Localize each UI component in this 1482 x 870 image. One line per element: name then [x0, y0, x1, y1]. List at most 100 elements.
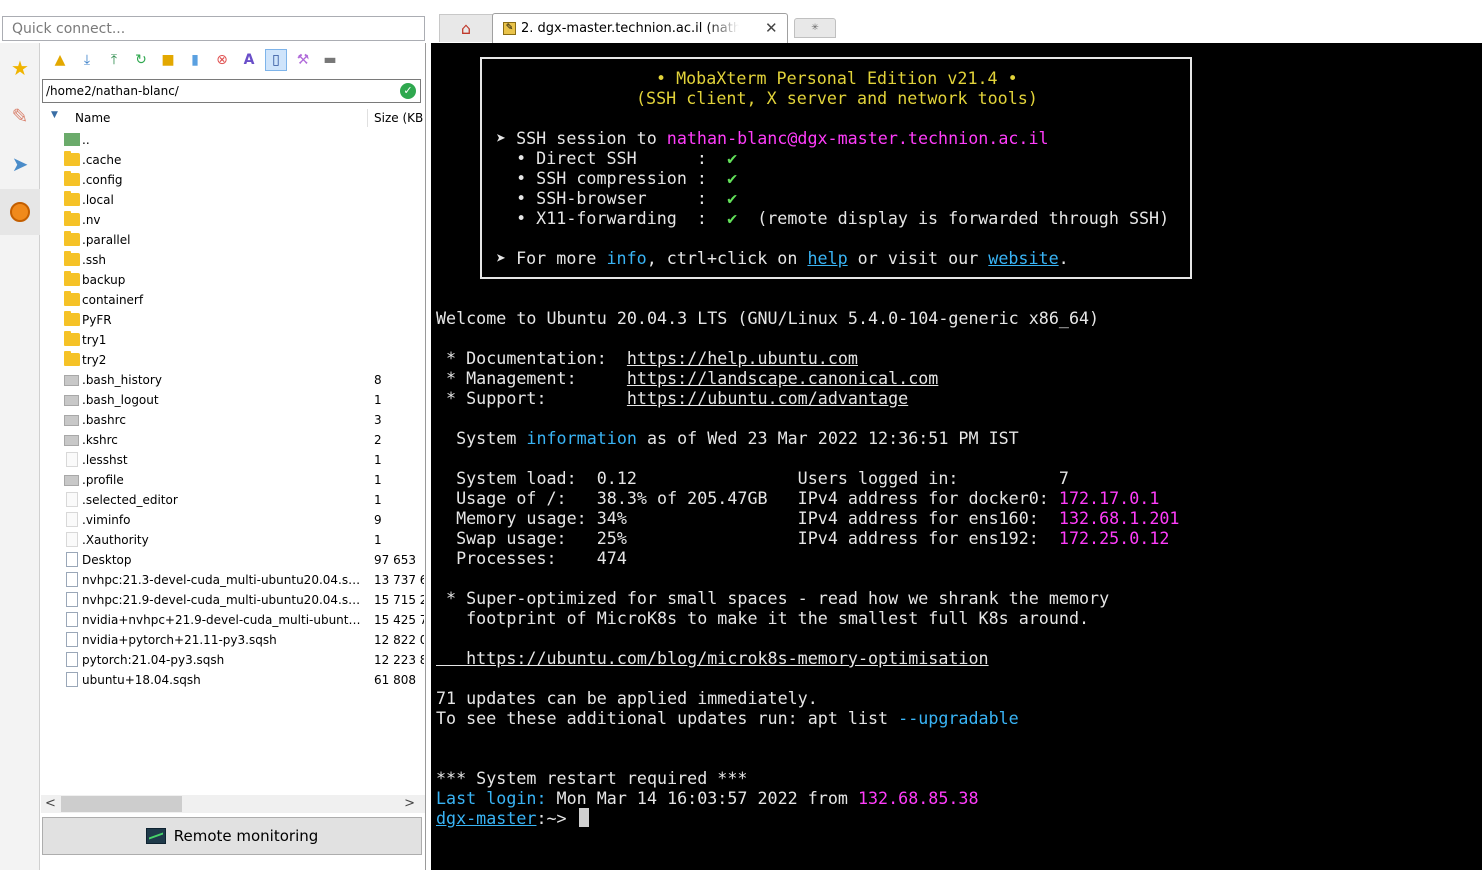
- column-header-size[interactable]: Size (KB): [374, 111, 424, 125]
- file-icon: [66, 652, 78, 667]
- home-icon: ⌂: [460, 19, 472, 38]
- file-row[interactable]: .parallel: [41, 230, 425, 250]
- rename-icon[interactable]: A: [238, 49, 260, 71]
- file-size: 1: [374, 393, 382, 407]
- management-line: * Management: https://landscape.canonica…: [436, 368, 939, 388]
- scroll-left-icon[interactable]: <: [45, 796, 56, 811]
- file-row[interactable]: nvhpc:21.9-devel-cuda_multi-ubuntu20.04.…: [41, 590, 425, 610]
- parent-dir-icon: [64, 133, 80, 146]
- file-name: nvhpc:21.9-devel-cuda_multi-ubuntu20.04.…: [82, 593, 367, 607]
- quick-connect-input[interactable]: [2, 16, 425, 41]
- file-row[interactable]: nvhpc:21.3-devel-cuda_multi-ubuntu20.04.…: [41, 570, 425, 590]
- help-link[interactable]: help: [807, 248, 847, 268]
- memory-usage-line: Memory usage: 34% IPv4 address for ens16…: [436, 508, 1180, 528]
- download-icon[interactable]: ⤓: [76, 49, 98, 71]
- file-name: .bash_history: [82, 373, 162, 387]
- column-header-name[interactable]: Name: [75, 111, 110, 125]
- star-icon[interactable]: ★: [0, 45, 40, 91]
- updates-line-2: To see these additional updates run: apt…: [436, 708, 1019, 728]
- file-row[interactable]: .bashrc 3: [41, 410, 425, 430]
- website-link[interactable]: website: [988, 248, 1058, 268]
- file-name: try2: [82, 353, 107, 367]
- scroll-right-icon[interactable]: >: [404, 796, 415, 811]
- display-icon[interactable]: ▬: [319, 49, 341, 71]
- horizontal-scrollbar[interactable]: < >: [41, 795, 425, 813]
- file-name: .bashrc: [82, 413, 126, 427]
- file-row[interactable]: .bash_logout 1: [41, 390, 425, 410]
- file-icon: [66, 532, 78, 547]
- direct-ssh-line: • Direct SSH : ✔: [496, 148, 738, 168]
- file-row[interactable]: PyFR: [41, 310, 425, 330]
- file-row[interactable]: pytorch:21.04-py3.sqsh 12 223 8: [41, 650, 425, 670]
- close-icon[interactable]: ✕: [765, 19, 778, 37]
- file-name: nvhpc:21.3-devel-cuda_multi-ubuntu20.04.…: [82, 573, 367, 587]
- settings-wand-icon[interactable]: ⚒: [292, 49, 314, 71]
- file-row[interactable]: .kshrc 2: [41, 430, 425, 450]
- file-row[interactable]: backup: [41, 270, 425, 290]
- file-row[interactable]: .ssh: [41, 250, 425, 270]
- file-row[interactable]: .profile 1: [41, 470, 425, 490]
- file-row[interactable]: ubuntu+18.04.sqsh 61 808: [41, 670, 425, 690]
- file-name: ubuntu+18.04.sqsh: [82, 673, 201, 687]
- file-row[interactable]: .config: [41, 170, 425, 190]
- refresh-icon[interactable]: ↻: [130, 49, 152, 71]
- terminal[interactable]: • MobaXterm Personal Edition v21.4 • (SS…: [431, 43, 1482, 870]
- upload-icon[interactable]: ⤒: [103, 49, 125, 71]
- banner-subtitle: (SSH client, X server and network tools): [636, 88, 1038, 108]
- banner-title: • MobaXterm Personal Edition v21.4 •: [656, 68, 1018, 88]
- file-row[interactable]: ..: [41, 130, 425, 150]
- file-icon: [66, 592, 78, 607]
- file-name: .local: [82, 193, 114, 207]
- documentation-link[interactable]: https://help.ubuntu.com: [627, 348, 858, 368]
- path-input[interactable]: [43, 80, 393, 102]
- file-size: 9: [374, 513, 382, 527]
- path-confirm-icon[interactable]: ✓: [400, 83, 416, 99]
- file-row[interactable]: .local: [41, 190, 425, 210]
- support-line: * Support: https://ubuntu.com/advantage: [436, 388, 909, 408]
- file-size: 8: [374, 373, 382, 387]
- folder-icon: [64, 231, 80, 246]
- file-row[interactable]: .cache: [41, 150, 425, 170]
- file-name: backup: [82, 273, 126, 287]
- file-row[interactable]: .Xauthority 1: [41, 530, 425, 550]
- file-row[interactable]: try1: [41, 330, 425, 350]
- parent-folder-icon[interactable]: ▲: [49, 49, 71, 71]
- microk8s-link[interactable]: https://ubuntu.com/blog/microk8s-memory-…: [436, 648, 988, 668]
- file-row[interactable]: containerf: [41, 290, 425, 310]
- file-row[interactable]: .selected_editor 1: [41, 490, 425, 510]
- remote-monitoring-button[interactable]: Remote monitoring: [42, 817, 422, 855]
- new-file-icon[interactable]: ▮: [184, 49, 206, 71]
- scroll-thumb[interactable]: [61, 796, 182, 812]
- send-icon[interactable]: ➤: [0, 141, 40, 187]
- microk8s-line-2: footprint of MicroK8s to make it the sma…: [436, 608, 1090, 628]
- tab-session[interactable]: ✎ 2. dgx-master.technion.ac.il (nathan-b…: [492, 13, 788, 43]
- globe-icon[interactable]: [0, 189, 40, 235]
- documentation-line: * Documentation: https://help.ubuntu.com: [436, 348, 858, 368]
- new-tab-button[interactable]: ✳: [794, 18, 836, 38]
- file-row[interactable]: Desktop 97 653: [41, 550, 425, 570]
- management-link[interactable]: https://landscape.canonical.com: [627, 368, 938, 388]
- delete-icon[interactable]: ⊗: [211, 49, 233, 71]
- new-folder-icon[interactable]: ■: [157, 49, 179, 71]
- file-row[interactable]: .nv: [41, 210, 425, 230]
- home-tab[interactable]: ⌂: [439, 14, 493, 42]
- file-row[interactable]: .lesshst 1: [41, 450, 425, 470]
- shell-prompt[interactable]: dgx-master:~>: [436, 808, 589, 828]
- file-size: 13 737 6: [374, 573, 424, 587]
- support-link[interactable]: https://ubuntu.com/advantage: [627, 388, 908, 408]
- file-row[interactable]: .viminfo 9: [41, 510, 425, 530]
- file-row[interactable]: nvidia+nvhpc+21.9-devel-cuda_multi-ubunt…: [41, 610, 425, 630]
- file-icon: [66, 572, 78, 587]
- file-size: 12 822 0: [374, 633, 424, 647]
- file-row[interactable]: nvidia+pytorch+21.11-py3.sqsh 12 822 0: [41, 630, 425, 650]
- sort-arrow-icon: ▼: [51, 110, 58, 120]
- tools-icon[interactable]: ✎: [0, 93, 40, 139]
- info-link[interactable]: info: [607, 248, 647, 268]
- terminal-follow-icon[interactable]: ▯: [265, 49, 287, 71]
- file-row[interactable]: try2: [41, 350, 425, 370]
- file-name: .cache: [82, 153, 122, 167]
- file-row[interactable]: .bash_history 8: [41, 370, 425, 390]
- file-name: .parallel: [82, 233, 131, 247]
- ssh-compression-line: • SSH compression : ✔: [496, 168, 738, 188]
- column-divider[interactable]: [367, 109, 368, 127]
